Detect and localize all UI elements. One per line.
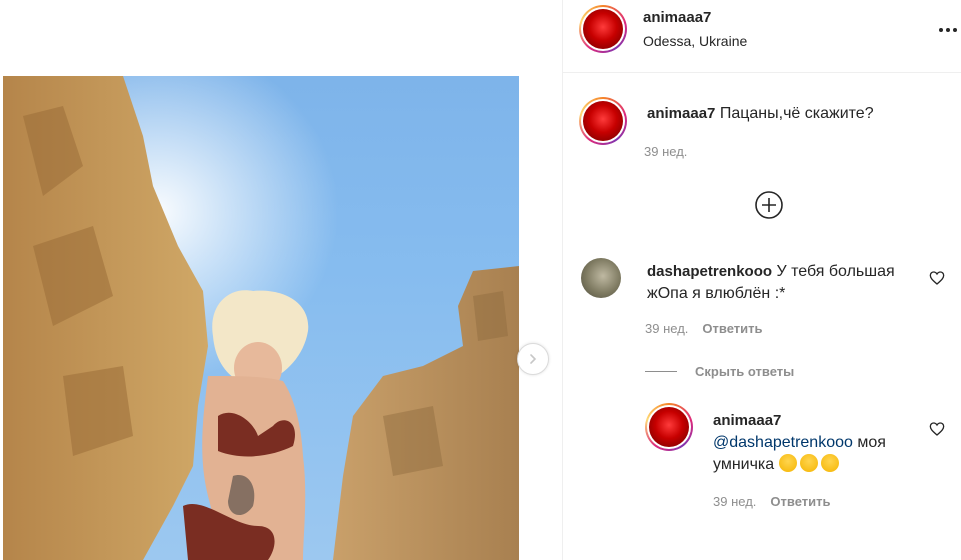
caption: animaaa7 Пацаны,чё скажите? xyxy=(647,103,947,125)
divider-line xyxy=(645,371,677,372)
author-username[interactable]: animaaa7 xyxy=(643,9,711,26)
plus-circle-icon xyxy=(755,191,783,219)
caption-time: 39 нед. xyxy=(644,144,688,159)
commenter-avatar[interactable] xyxy=(581,258,621,298)
post-location[interactable]: Odessa, Ukraine xyxy=(643,33,747,49)
photo-pane xyxy=(0,0,562,560)
comment-username[interactable]: dashapetrenkooo xyxy=(647,263,772,280)
reply-meta: 39 нед. Ответить xyxy=(713,494,830,509)
fearful-face-emoji xyxy=(778,454,797,472)
reply-comment: animaaa7 @dashapetrenkooo моя умничка xyxy=(713,410,913,476)
winking-tongue-face-emoji xyxy=(820,454,839,472)
comment-time: 39 нед. xyxy=(645,321,689,336)
caption-username[interactable]: animaaa7 xyxy=(647,105,715,122)
comments-pane: animaaa7 Odessa, Ukraine animaaa7 Пацаны… xyxy=(562,0,961,560)
reply-button[interactable]: Ответить xyxy=(702,321,762,336)
reply-time: 39 нед. xyxy=(713,494,757,509)
sunglasses-face-emoji xyxy=(799,454,818,472)
caption-avatar[interactable] xyxy=(579,97,627,145)
chevron-right-icon xyxy=(530,354,537,364)
photo-illustration xyxy=(3,76,519,560)
next-photo-button[interactable] xyxy=(517,343,549,375)
reply-button[interactable]: Ответить xyxy=(770,494,830,509)
comment: dashapetrenkooo У тебя большая жОпа я вл… xyxy=(647,261,917,305)
hide-replies-label: Скрыть ответы xyxy=(695,364,795,379)
author-avatar[interactable] xyxy=(579,5,627,53)
caption-text: Пацаны,чё скажите? xyxy=(719,105,874,122)
post-header: animaaa7 Odessa, Ukraine xyxy=(563,0,961,73)
more-options-icon xyxy=(939,28,943,32)
more-options-button[interactable] xyxy=(936,20,960,40)
post-photo[interactable] xyxy=(3,76,519,560)
reply-mention[interactable]: @dashapetrenkooo xyxy=(713,434,853,451)
reply-avatar[interactable] xyxy=(645,403,693,451)
load-more-comments-button[interactable] xyxy=(754,190,784,220)
hide-replies-button[interactable]: Скрыть ответы xyxy=(645,364,794,379)
comment-meta: 39 нед. Ответить xyxy=(645,321,762,336)
heart-icon[interactable] xyxy=(929,421,945,437)
heart-icon[interactable] xyxy=(929,270,945,286)
reply-username[interactable]: animaaa7 xyxy=(713,410,913,432)
